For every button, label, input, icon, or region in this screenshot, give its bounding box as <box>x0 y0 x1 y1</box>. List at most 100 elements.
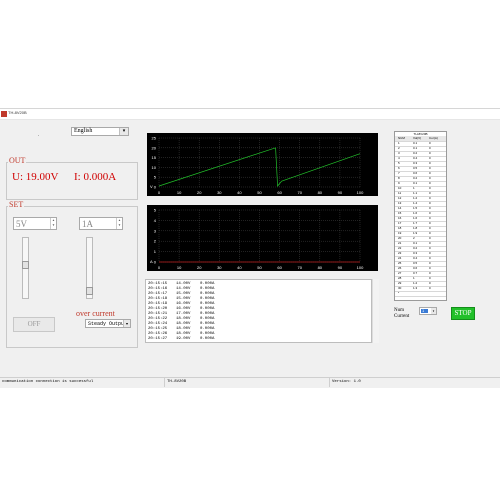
voltage-set-value: 5V <box>16 219 27 229</box>
current-slider[interactable] <box>86 237 93 299</box>
set-group-title: SET <box>8 200 25 209</box>
y-tick-label: 10 <box>152 165 157 170</box>
output-voltage: U: 19.00V <box>12 171 58 183</box>
data-table[interactable]: TH-8V20B NUM Vol(V) Cur(A) 1 0.1 0 2 0.1 0 3 0.2 0 4… <box>394 131 447 301</box>
log-voltage: 14.00V <box>176 282 191 286</box>
log-scrollbar[interactable] <box>372 279 379 343</box>
language-select[interactable]: English ▾ <box>71 127 129 136</box>
output-mode-value: Steady Output <box>88 321 128 327</box>
x-tick-label: 80 <box>318 190 323 195</box>
x-tick-label: 100 <box>357 265 364 270</box>
status-bar: communication connection is successful T… <box>0 377 500 388</box>
x-tick-label: 0 <box>158 190 161 195</box>
log-current: 0.000A <box>200 307 215 311</box>
log-time: 20:15:19 <box>148 302 168 306</box>
log-current: 0.000A <box>200 322 215 326</box>
y-tick-label: 20 <box>152 145 157 150</box>
log-row: 20:15:17 15.00V 0.000A <box>148 292 214 296</box>
x-tick-label: 0 <box>158 265 161 270</box>
num-select-value: 1 <box>422 308 425 313</box>
y-axis-label: A <box>150 259 153 264</box>
output-mode-select[interactable]: Steady Output ▾ <box>85 319 131 328</box>
log-time: 20:15:18 <box>148 297 168 301</box>
log-time: 20:15:20 <box>148 307 168 311</box>
current-set-input[interactable]: 1A ▲ ▼ <box>79 217 123 230</box>
log-voltage: 19.00V <box>176 337 191 341</box>
x-tick-label: 50 <box>257 265 262 270</box>
log-voltage: 16.00V <box>176 307 191 311</box>
window-title: TH-8V20B <box>8 110 27 115</box>
y-tick-label: 3 <box>154 228 157 233</box>
x-tick-label: 90 <box>338 265 343 270</box>
y-tick-label: 1 <box>154 249 157 254</box>
chevron-down-icon[interactable]: ▾ <box>123 320 130 327</box>
log-time: 20:15:24 <box>148 322 168 326</box>
log-row: 20:15:27 19.00V 0.000A <box>148 337 214 341</box>
chevron-down-icon[interactable]: ▾ <box>431 308 436 314</box>
log-voltage: 18.00V <box>176 332 191 336</box>
x-tick-label: 40 <box>237 190 242 195</box>
data-log[interactable]: 20:15:15 14.00V 0.000A 20:15:16 14.00V 0.000A… <box>145 279 372 343</box>
y-tick-label: 4 <box>154 218 157 223</box>
log-current: 0.000A <box>200 287 215 291</box>
log-row: 20:15:22 18.00V 0.000A <box>148 317 214 321</box>
off-button[interactable]: OFF <box>13 317 55 332</box>
status-model: TH-8V20B <box>165 378 330 387</box>
table-row[interactable]: * <box>395 291 446 297</box>
log-row: 20:15:15 14.00V 0.000A <box>148 282 214 286</box>
app-icon <box>1 111 7 117</box>
voltage-slider-thumb[interactable] <box>22 261 29 270</box>
log-row: 20:15:24 18.00V 0.000A <box>148 322 214 326</box>
log-voltage: 16.00V <box>176 302 191 306</box>
x-tick-label: 70 <box>297 265 302 270</box>
log-current: 0.000A <box>200 332 215 336</box>
current-slider-thumb[interactable] <box>86 287 93 296</box>
main-window: TH-8V20B . English ▾ OUT U: 19.00V I: 0.… <box>0 108 500 388</box>
voltage-set-input[interactable]: 5V ▲ ▼ <box>13 217 57 230</box>
chevron-down-icon[interactable]: ▾ <box>119 128 128 135</box>
num-label: Num <box>394 308 404 313</box>
num-select[interactable]: 1 ▾ <box>419 307 437 315</box>
table-cell: * <box>398 291 400 295</box>
log-time: 20:15:26 <box>148 332 168 336</box>
status-version: Version: 1.0 <box>332 380 361 384</box>
current-value: 0.000A <box>83 171 117 183</box>
x-tick-label: 20 <box>197 265 202 270</box>
log-row: 20:15:19 16.00V 0.000A <box>148 302 214 306</box>
y-tick-label: 25 <box>152 136 157 141</box>
spin-arrows-icon[interactable]: ▲ ▼ <box>50 218 56 229</box>
log-voltage: 18.00V <box>176 327 191 331</box>
log-time: 20:15:25 <box>148 327 168 331</box>
x-tick-label: 40 <box>237 265 242 270</box>
voltage-label: U: <box>12 171 23 183</box>
x-tick-label: 60 <box>277 265 282 270</box>
log-time: 20:15:21 <box>148 312 168 316</box>
log-time: 20:15:15 <box>148 282 168 286</box>
log-voltage: 14.00V <box>176 287 191 291</box>
x-tick-label: 10 <box>177 190 182 195</box>
log-current: 0.000A <box>200 302 215 306</box>
title-bar: TH-8V20B <box>0 109 500 120</box>
y-tick-label: 2 <box>154 239 157 244</box>
x-tick-label: 20 <box>197 190 202 195</box>
current-chart: 0 10 20 30 40 50 60 70 80 90 100 5 4 3 2 1 0 A <box>147 205 378 271</box>
over-current-label: over current <box>76 309 115 318</box>
log-current: 0.000A <box>200 327 215 331</box>
log-time: 20:15:27 <box>148 337 168 341</box>
log-row: 20:15:20 16.00V 0.000A <box>148 307 214 311</box>
log-current: 0.000A <box>200 317 215 321</box>
log-voltage: 18.00V <box>176 322 191 326</box>
stop-button[interactable]: STOP <box>451 307 475 320</box>
voltage-slider[interactable] <box>22 237 29 299</box>
log-current: 0.000A <box>200 282 215 286</box>
y-tick-label: 15 <box>152 155 157 160</box>
x-tick-label: 50 <box>257 190 262 195</box>
x-tick-label: 100 <box>357 190 364 195</box>
current-label: I: <box>74 171 81 183</box>
log-row: 20:15:26 18.00V 0.000A <box>148 332 214 336</box>
language-label: . <box>38 132 40 138</box>
spin-arrows-icon[interactable]: ▲ ▼ <box>116 218 122 229</box>
voltage-chart: 0 10 20 30 40 50 60 70 80 90 100 25 20 15 10 5 0 V <box>147 133 378 196</box>
y-axis-label: V <box>150 184 153 189</box>
status-message: communication connection is successful <box>0 378 165 387</box>
